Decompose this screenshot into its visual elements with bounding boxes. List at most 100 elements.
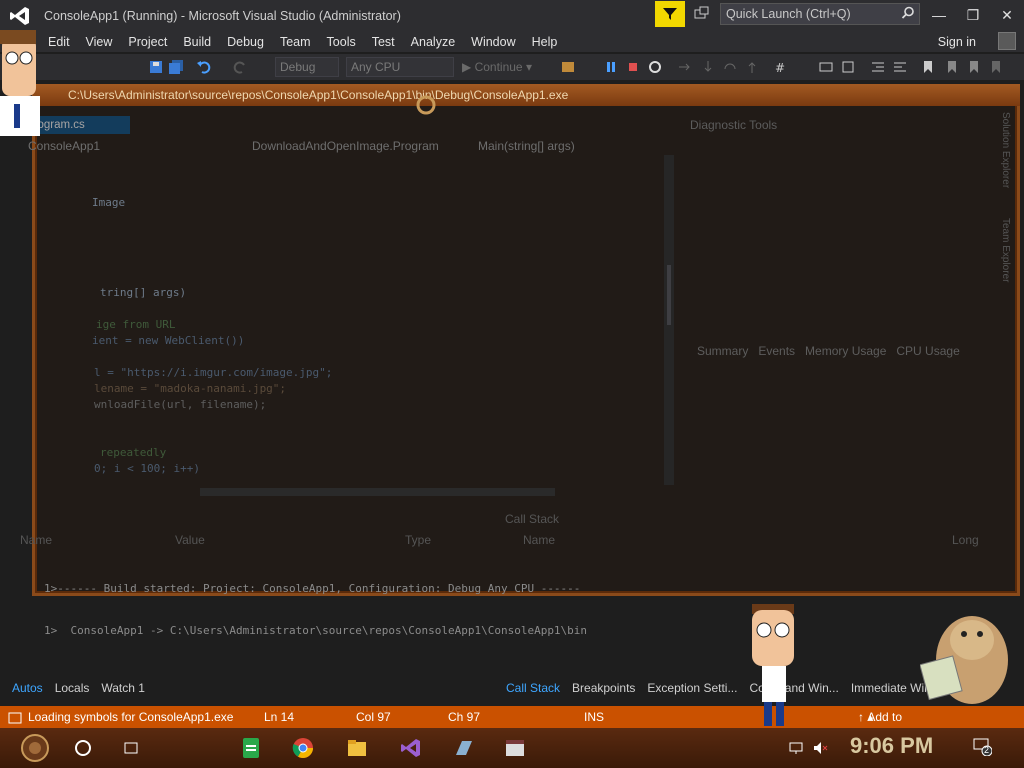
step-over-icon[interactable] — [722, 59, 738, 75]
restart-icon[interactable] — [647, 59, 663, 75]
left-panel-tabs: Autos Locals Watch 1 — [6, 678, 151, 698]
outdent-icon[interactable] — [870, 59, 886, 75]
stop-icon[interactable] — [625, 59, 641, 75]
sign-in-link[interactable]: Sign in — [938, 32, 976, 52]
network-icon[interactable] — [786, 734, 806, 762]
save-icon[interactable] — [148, 59, 164, 75]
menu-project[interactable]: Project — [120, 32, 175, 52]
menu-test[interactable]: Test — [364, 32, 403, 52]
member-navigation-select[interactable]: Main(string[] args) — [478, 138, 658, 154]
start-button-icon[interactable] — [18, 734, 52, 762]
code-editor[interactable]: Image tring[] args) ige from URL ient = … — [40, 156, 660, 496]
editor-scroll-thumb[interactable] — [667, 265, 671, 325]
code-line: ient = new WebClient()) — [92, 334, 244, 347]
app-glass-icon[interactable] — [448, 734, 478, 762]
undo-icon[interactable] — [196, 59, 212, 75]
step-into-icon[interactable] — [700, 59, 716, 75]
status-char: Ch 97 — [448, 710, 481, 724]
solution-platform-select[interactable]: Any CPU — [346, 57, 454, 77]
code-line: wnloadFile(url, filename); — [94, 398, 266, 411]
visual-studio-taskbar-icon[interactable] — [396, 734, 426, 762]
bookmark-icon[interactable] — [920, 59, 936, 75]
next-bookmark-icon[interactable] — [966, 59, 982, 75]
chrome-icon[interactable] — [288, 734, 318, 762]
editor-horizontal-scrollbar[interactable] — [200, 488, 555, 496]
continue-label: Continue — [474, 60, 523, 74]
search-icon[interactable] — [901, 6, 915, 23]
save-all-icon[interactable] — [168, 59, 184, 75]
restore-button[interactable]: ❐ — [956, 0, 990, 30]
code-line: l = "https://i.imgur.com/image.jpg"; — [94, 366, 332, 379]
diagnostic-tools-title: Diagnostic Tools — [690, 118, 778, 132]
menu-analyze[interactable]: Analyze — [403, 32, 463, 52]
source-control-button[interactable]: ↑ Add to Source Control ▴ — [858, 706, 906, 768]
task-view-icon[interactable] — [116, 734, 146, 762]
tab-watch-1[interactable]: Watch 1 — [95, 678, 151, 698]
class-navigation-select[interactable]: DownloadAndOpenImage.Program — [252, 138, 442, 154]
menu-help[interactable]: Help — [524, 32, 566, 52]
tab-call-stack[interactable]: Call Stack — [500, 678, 566, 698]
show-next-statement-icon[interactable] — [677, 59, 693, 75]
cortana-icon[interactable] — [68, 734, 98, 762]
continue-button[interactable]: ▶ Continue ▾ — [462, 57, 532, 77]
window-title: ConsoleApp1 (Running) - Microsoft Visual… — [44, 9, 401, 23]
menu-view[interactable]: View — [78, 32, 121, 52]
indent-icon[interactable] — [892, 59, 908, 75]
feedback-icon[interactable] — [694, 6, 710, 22]
tab-memory-usage[interactable]: Memory Usage — [805, 344, 886, 358]
file-explorer-icon[interactable] — [342, 734, 372, 762]
status-message-icon — [8, 706, 22, 728]
hex-display-icon[interactable]: # — [774, 59, 790, 75]
notifications-icon[interactable]: 2 — [972, 736, 993, 757]
taskbar-clock[interactable]: 9:06 PM — [850, 733, 933, 759]
output-line: 1>------ Build started: Project: Console… — [44, 582, 581, 595]
solution-config-select[interactable]: Debug — [275, 57, 339, 77]
prev-bookmark-icon[interactable] — [944, 59, 960, 75]
code-line: 0; i < 100; i++) — [94, 462, 200, 475]
modules-icon[interactable] — [840, 59, 856, 75]
app-window-titlebar[interactable]: C:\Users\Administrator\source\repos\Cons… — [32, 84, 1020, 106]
autos-col-value: Value — [175, 533, 205, 547]
step-out-icon[interactable] — [744, 59, 760, 75]
process-icon[interactable] — [560, 59, 576, 75]
team-explorer-tab[interactable]: Team Explorer — [1000, 218, 1011, 282]
code-text: 0; i < 100; i++) — [94, 462, 200, 475]
minimize-button[interactable]: — — [922, 0, 956, 30]
user-avatar-icon[interactable] — [998, 32, 1016, 50]
close-button[interactable]: ✕ — [990, 0, 1024, 30]
svg-text:#: # — [775, 61, 785, 75]
redo-icon[interactable] — [232, 59, 248, 75]
menu-tools[interactable]: Tools — [319, 32, 364, 52]
clear-bookmarks-icon[interactable] — [988, 59, 1004, 75]
quick-launch-input[interactable]: Quick Launch (Ctrl+Q) — [720, 3, 920, 25]
pause-icon[interactable] — [603, 59, 619, 75]
code-line: Image — [92, 196, 125, 209]
code-line: repeatedly — [100, 446, 166, 459]
tab-locals[interactable]: Locals — [49, 678, 96, 698]
project-navigation-select[interactable]: ConsoleApp1 — [28, 138, 208, 154]
tab-exception-settings[interactable]: Exception Setti... — [641, 678, 743, 698]
menu-window[interactable]: Window — [463, 32, 523, 52]
tab-events[interactable]: Events — [758, 344, 795, 358]
output-line: 1> ConsoleApp1 -> C:\Users\Administrator… — [44, 624, 588, 637]
call-stack-title: Call Stack — [505, 512, 560, 526]
menu-debug[interactable]: Debug — [219, 32, 272, 52]
volume-muted-icon[interactable] — [810, 734, 830, 762]
menu-team[interactable]: Team — [272, 32, 319, 52]
tab-breakpoints[interactable]: Breakpoints — [566, 678, 641, 698]
tab-cpu-usage[interactable]: CPU Usage — [896, 344, 959, 358]
code-line: lename = "madoka-nanami.jpg"; — [94, 382, 286, 395]
sheets-app-icon[interactable] — [236, 734, 266, 762]
tab-summary[interactable]: Summary — [697, 344, 748, 358]
hamster-character — [919, 600, 1010, 710]
menu-edit[interactable]: Edit — [40, 32, 78, 52]
tab-autos[interactable]: Autos — [6, 678, 49, 698]
threads-icon[interactable] — [818, 59, 834, 75]
code-text: l = "https://i.imgur.com/image.jpg"; — [94, 366, 333, 379]
notification-flag-icon[interactable] — [655, 1, 685, 27]
right-panel-tabs: Call Stack Breakpoints Exception Setti..… — [500, 678, 947, 698]
running-console-app-icon[interactable] — [500, 734, 530, 762]
code-text: Image — [92, 196, 126, 209]
menu-build[interactable]: Build — [175, 32, 219, 52]
solution-explorer-tab[interactable]: Solution Explorer — [1000, 112, 1011, 188]
